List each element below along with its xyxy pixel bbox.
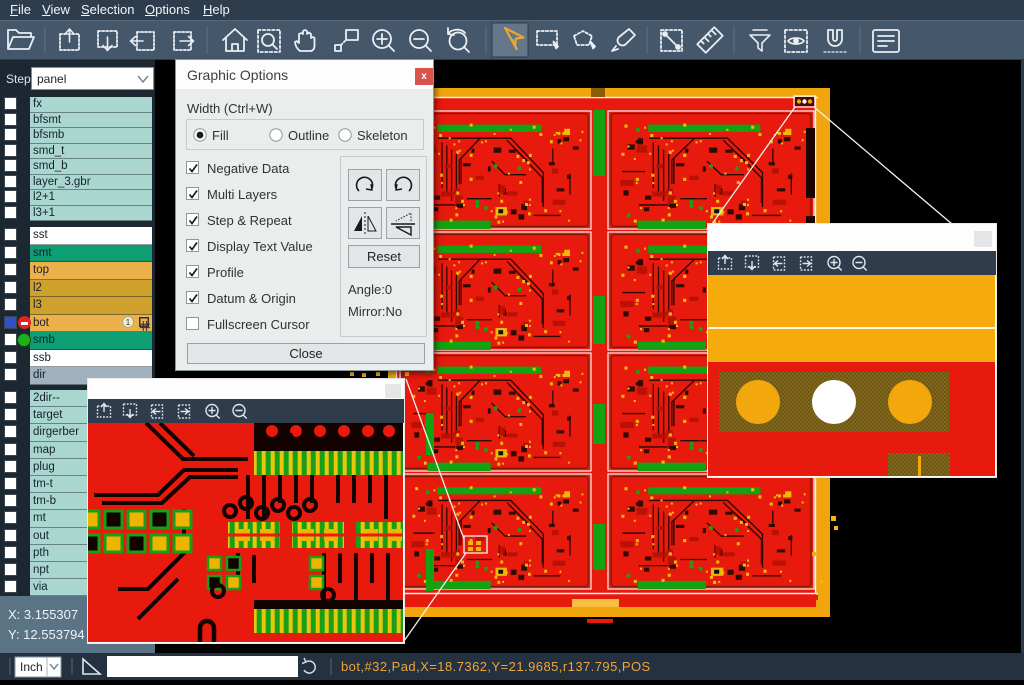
svg-text:Inch: Inch [20,660,43,674]
svg-text:bot,#32,Pad,X=18.7362,Y=21.968: bot,#32,Pad,X=18.7362,Y=21.9685,r137.795… [341,659,651,674]
